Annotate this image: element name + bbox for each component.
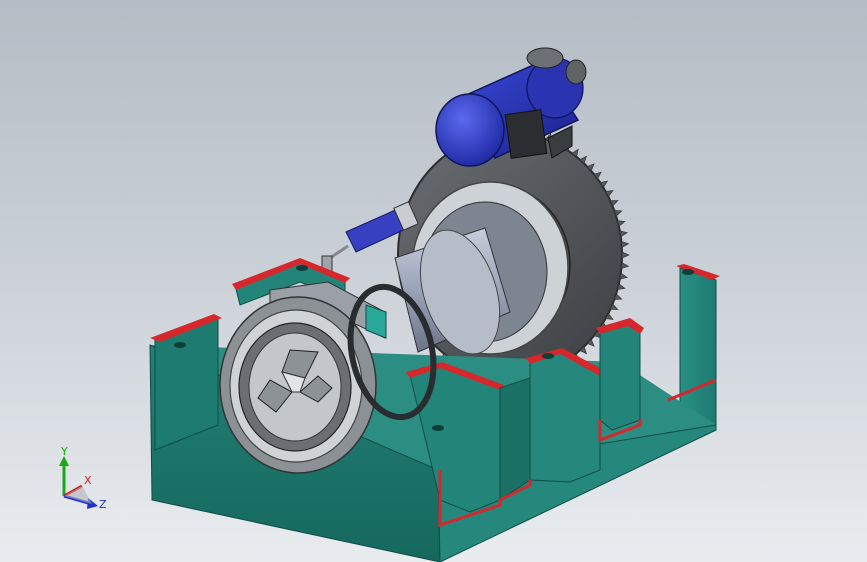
z-axis-label: Z [99,498,107,511]
cad-model-view[interactable] [0,0,867,562]
drive-motor[interactable] [435,47,587,167]
coordinate-triad: Y X Z [59,446,107,511]
gear-tooth [619,230,628,238]
gear-tooth [621,251,630,259]
y-axis-label: Y [60,446,68,458]
gear-tooth [620,240,630,248]
gear-tooth [617,283,626,290]
graphics-viewport[interactable]: Y X Z [0,0,867,562]
x-axis-label: X [84,474,92,487]
gear-tooth [619,272,628,280]
gear-tooth [620,262,630,270]
gear-tooth [617,220,626,227]
